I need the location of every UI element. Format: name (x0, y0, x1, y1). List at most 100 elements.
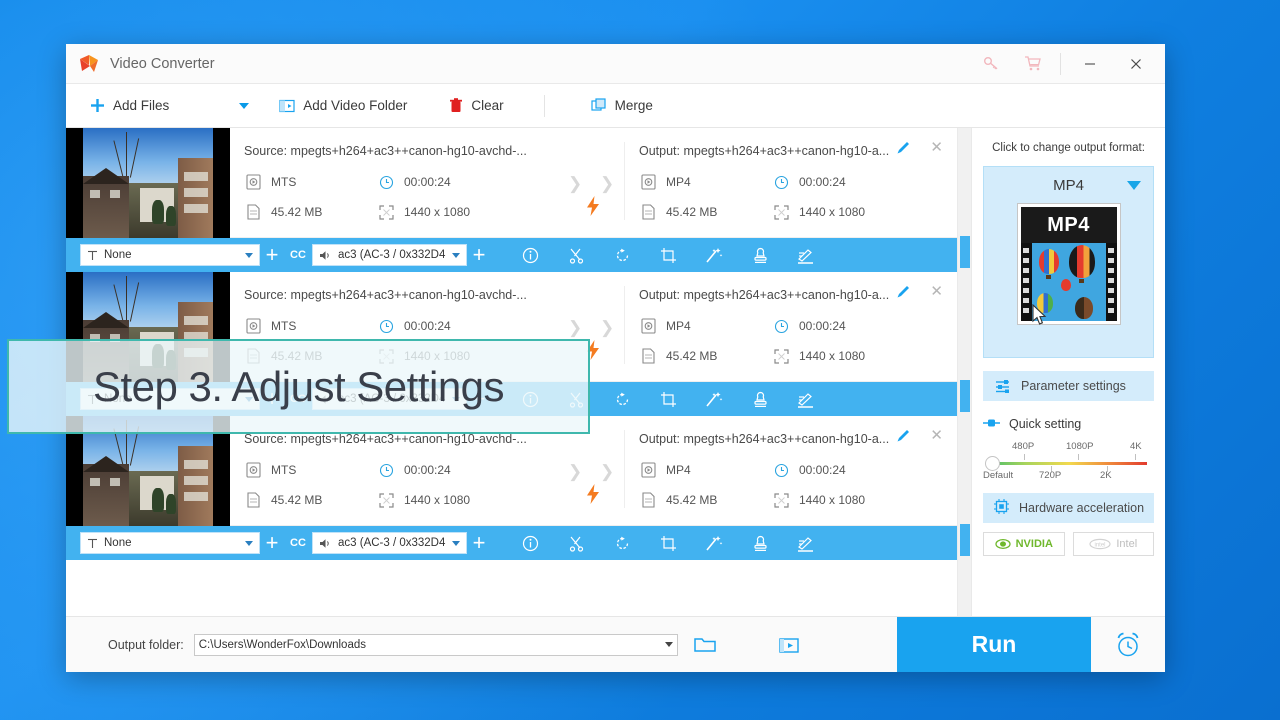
source-size: 45.42 MB (244, 491, 377, 509)
file-size-icon (244, 491, 262, 509)
titlebar-divider (1060, 52, 1061, 75)
edit-output-name-icon[interactable] (896, 284, 911, 304)
audio-select[interactable]: ac3 (AC-3 / 0x332D4 (312, 244, 467, 266)
merge-button[interactable]: Merge (581, 84, 663, 128)
effects-wand-icon[interactable] (691, 526, 737, 560)
clear-button[interactable]: Clear (439, 84, 513, 128)
open-folder-button[interactable] (678, 617, 732, 673)
step-overlay-text: Step 3. Adjust Settings (92, 362, 505, 410)
output-format-selector[interactable]: MP4 MP4 (983, 166, 1154, 358)
close-button[interactable] (1113, 44, 1159, 84)
slider-label-480p: 480P (1012, 441, 1035, 452)
add-audio-button[interactable]: + (467, 240, 491, 270)
edit-output-name-icon[interactable] (896, 428, 911, 448)
source-resolution: 1440 x 1080 (377, 491, 510, 509)
intel-logo-icon: intel (1089, 538, 1111, 550)
info-icon[interactable] (507, 238, 553, 272)
cc-button[interactable]: CC (284, 528, 312, 558)
scrollbar-thumb[interactable] (960, 380, 970, 412)
output-size: 45.42 MB (639, 347, 772, 365)
remove-row-button[interactable]: ✕ (930, 426, 943, 444)
clock-icon (772, 461, 790, 479)
run-button[interactable]: Run (897, 616, 1091, 672)
intel-label: Intel (1116, 538, 1138, 550)
cut-scissors-icon[interactable] (553, 526, 599, 560)
mouse-cursor (1032, 303, 1047, 331)
slider-handle[interactable] (985, 456, 1000, 471)
key-icon[interactable] (970, 44, 1012, 84)
speaker-icon (320, 538, 329, 548)
watermark-stamp-icon[interactable] (737, 238, 783, 272)
main-toolbar: Add Files Add Video Folder Clear Merge (66, 84, 1165, 128)
edit-subtitle-icon[interactable] (783, 238, 829, 272)
text-subtitle-icon (88, 250, 97, 260)
bottom-bar: Output folder: C:\Users\WonderFox\Downlo… (66, 616, 1165, 672)
rotate-icon[interactable] (599, 526, 645, 560)
minimize-button[interactable] (1067, 44, 1113, 84)
rotate-icon[interactable] (599, 382, 645, 416)
watermark-stamp-icon[interactable] (737, 526, 783, 560)
effects-wand-icon[interactable] (691, 238, 737, 272)
subtitle-select[interactable]: None (80, 244, 260, 266)
effects-wand-icon[interactable] (691, 382, 737, 416)
source-title: Source: mpegts+h264+ac3++canon-hg10-avch… (244, 432, 527, 446)
intel-toggle[interactable]: intel Intel (1072, 532, 1154, 556)
add-files-button[interactable]: Add Files (80, 84, 179, 128)
merge-squares-icon (591, 98, 606, 111)
file-format-icon (639, 461, 657, 479)
add-subtitle-button[interactable]: + (260, 240, 284, 270)
add-files-dropdown[interactable] (231, 84, 257, 128)
remove-row-button[interactable]: ✕ (930, 282, 943, 300)
slider-label-720p: 720P (1039, 470, 1062, 481)
resolution-icon (772, 347, 790, 365)
edit-subtitle-icon[interactable] (783, 526, 829, 560)
parameter-settings-button[interactable]: Parameter settings (983, 371, 1154, 401)
scrollbar-thumb[interactable] (960, 524, 970, 556)
speaker-icon (320, 250, 329, 260)
remove-row-button[interactable]: ✕ (930, 138, 943, 156)
chevron-down-icon[interactable] (664, 642, 673, 647)
edit-output-name-icon[interactable] (896, 140, 911, 160)
output-folder-input[interactable]: C:\Users\WonderFox\Downloads (193, 633, 678, 656)
step-overlay: Step 3. Adjust Settings (7, 339, 590, 434)
quick-toggle-icon (983, 417, 1001, 431)
alarm-clock-button[interactable] (1091, 617, 1165, 673)
table-row[interactable]: Source: mpegts+h264+ac3++canon-hg10-avch… (66, 128, 957, 238)
chevron-down-icon (452, 540, 460, 546)
chevron-down-icon[interactable] (1127, 181, 1141, 190)
watermark-stamp-icon[interactable] (737, 382, 783, 416)
info-icon[interactable] (507, 526, 553, 560)
cc-button[interactable]: CC (284, 240, 312, 270)
bolt-icon (586, 484, 600, 509)
file-format-icon (244, 173, 262, 191)
audio-select[interactable]: ac3 (AC-3 / 0x332D4 (312, 532, 467, 554)
cart-icon[interactable] (1012, 44, 1054, 84)
source-format: MTS (244, 461, 377, 479)
video-thumbnail (66, 128, 230, 238)
nvidia-toggle[interactable]: NVIDIA (983, 532, 1065, 556)
crop-icon[interactable] (645, 238, 691, 272)
scrollbar-thumb[interactable] (960, 236, 970, 268)
output-resolution: 1440 x 1080 (772, 203, 905, 221)
media-folder-button[interactable] (762, 617, 816, 673)
crop-icon[interactable] (645, 382, 691, 416)
file-format-icon (244, 461, 262, 479)
add-audio-button[interactable]: + (467, 528, 491, 558)
rotate-icon[interactable] (599, 238, 645, 272)
sliders-icon (995, 379, 1011, 393)
crop-icon[interactable] (645, 526, 691, 560)
edit-subtitle-icon[interactable] (783, 382, 829, 416)
output-pane: Output: mpegts+h264+ac3++canon-hg10-a...… (625, 416, 957, 525)
subtitle-value: None (104, 537, 132, 549)
hardware-acceleration-button[interactable]: Hardware acceleration (983, 493, 1154, 523)
quick-setting-header: Quick setting (983, 417, 1154, 431)
output-size: 45.42 MB (639, 203, 772, 221)
add-subtitle-button[interactable]: + (260, 528, 284, 558)
list-scrollbar[interactable] (957, 128, 971, 616)
subtitle-select[interactable]: None (80, 532, 260, 554)
resolution-slider[interactable]: 480P 1080P 4K Default 720P 2K (983, 441, 1154, 485)
row-settings-bar: None + CC ac3 (AC-3 / 0x332D4 + (66, 526, 957, 560)
cut-scissors-icon[interactable] (553, 238, 599, 272)
output-duration: 00:00:24 (772, 317, 905, 335)
add-video-folder-button[interactable]: Add Video Folder (269, 84, 417, 128)
